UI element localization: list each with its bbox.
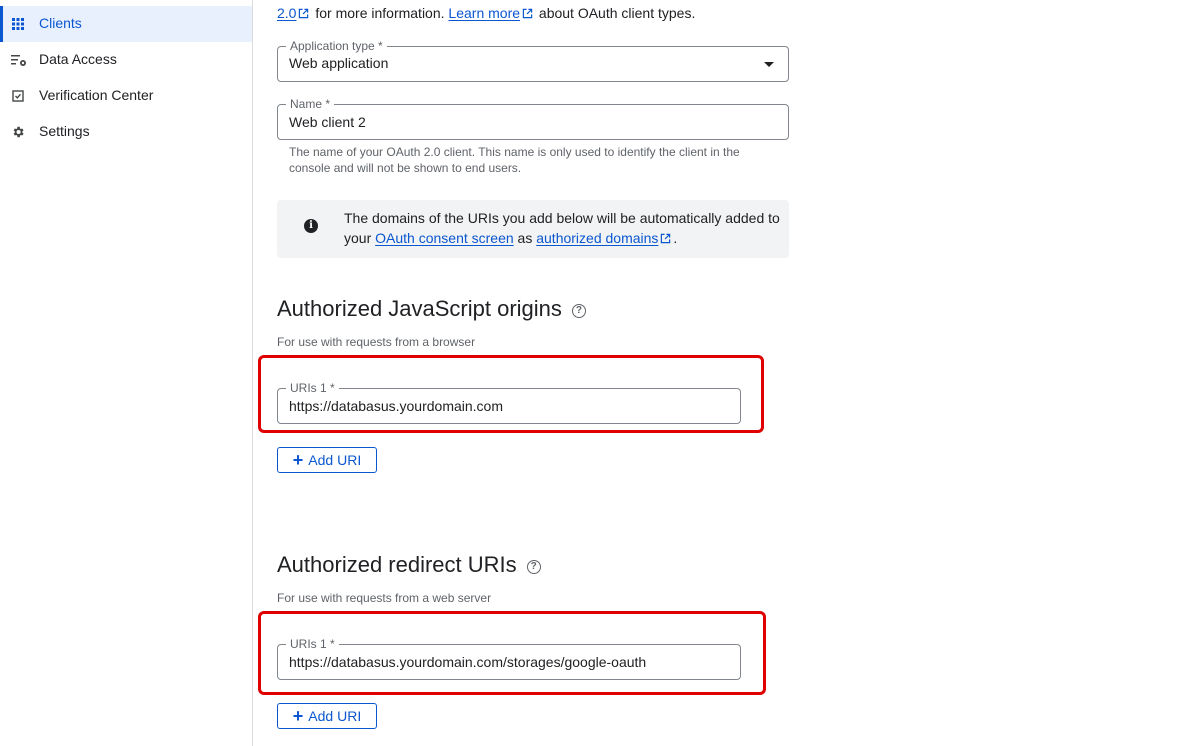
redirect-uris-title: Authorized redirect URIs? [277,552,541,578]
name-hint: The name of your OAuth 2.0 client. This … [289,145,740,175]
section-title-text: Authorized redirect URIs [277,552,517,577]
intro-after-text: about OAuth client types. [538,5,696,21]
info-text: The domains of the URIs you add below wi… [344,208,784,249]
field-label: URIs 1 * [286,637,339,651]
sidebar-item-label: Verification Center [39,87,154,103]
field-value: https://databasus.yourdomain.com [289,398,504,414]
info-text-part: . [673,230,678,246]
external-link-icon [298,6,309,22]
field-value: Web client 2 [289,114,366,130]
button-label: Add URI [308,708,362,724]
data-access-icon [11,53,26,67]
external-link-icon [522,6,533,22]
help-icon[interactable]: ? [571,304,586,318]
intro-text: 2.0 for more information. Learn more abo… [277,5,695,22]
add-redirect-uri-button[interactable]: + Add URI [277,703,377,729]
application-type-select[interactable]: Application type * Web application [277,39,789,82]
learn-more-link[interactable]: Learn more [448,5,520,21]
plus-icon: + [292,450,304,470]
sidebar-item-label: Data Access [39,51,117,67]
js-origins-title: Authorized JavaScript origins? [277,296,586,322]
main-content: 2.0 for more information. Learn more abo… [258,0,1177,746]
oauth-version-link[interactable]: 2.0 [277,5,296,21]
sidebar-item-label: Clients [39,15,82,31]
grid-icon [11,17,25,31]
button-label: Add URI [308,452,362,468]
oauth-consent-link[interactable]: OAuth consent screen [375,230,514,246]
section-title-text: Authorized JavaScript origins [277,296,562,321]
intro-more-info-text: for more information. [315,5,445,21]
sidebar-item-settings[interactable]: Settings [0,114,252,150]
info-text-part: as [517,230,533,246]
js-origins-subtitle: For use with requests from a browser [277,335,476,349]
info-banner: i The domains of the URIs you add below … [277,200,789,258]
chevron-down-icon [764,62,774,67]
add-js-origin-uri-button[interactable]: + Add URI [277,447,377,473]
field-label: Name * [286,97,335,111]
sidebar-item-label: Settings [39,123,90,139]
field-label: Application type * [286,39,387,53]
js-origin-uri-field[interactable]: URIs 1 * https://databasus.yourdomain.co… [277,381,741,424]
help-icon[interactable]: ? [526,560,541,574]
sidebar-item-verification-center[interactable]: Verification Center [0,78,252,114]
sidebar: Clients Data Access Verification Center … [0,0,253,746]
field-value: Web application [289,55,389,71]
external-link-icon [660,229,671,249]
field-value: https://databasus.yourdomain.com/storage… [289,654,647,670]
checkbox-icon [11,89,25,103]
sidebar-item-data-access[interactable]: Data Access [0,42,252,78]
field-label: URIs 1 * [286,381,339,395]
authorized-domains-link[interactable]: authorized domains [536,230,658,246]
plus-icon: + [292,706,304,726]
redirect-uris-subtitle: For use with requests from a web server [277,591,492,605]
redirect-uri-field[interactable]: URIs 1 * https://databasus.yourdomain.co… [277,637,741,680]
name-field[interactable]: Name * Web client 2 [277,97,789,140]
info-icon: i [304,219,318,233]
gear-icon [11,125,25,139]
sidebar-item-clients[interactable]: Clients [0,6,252,42]
